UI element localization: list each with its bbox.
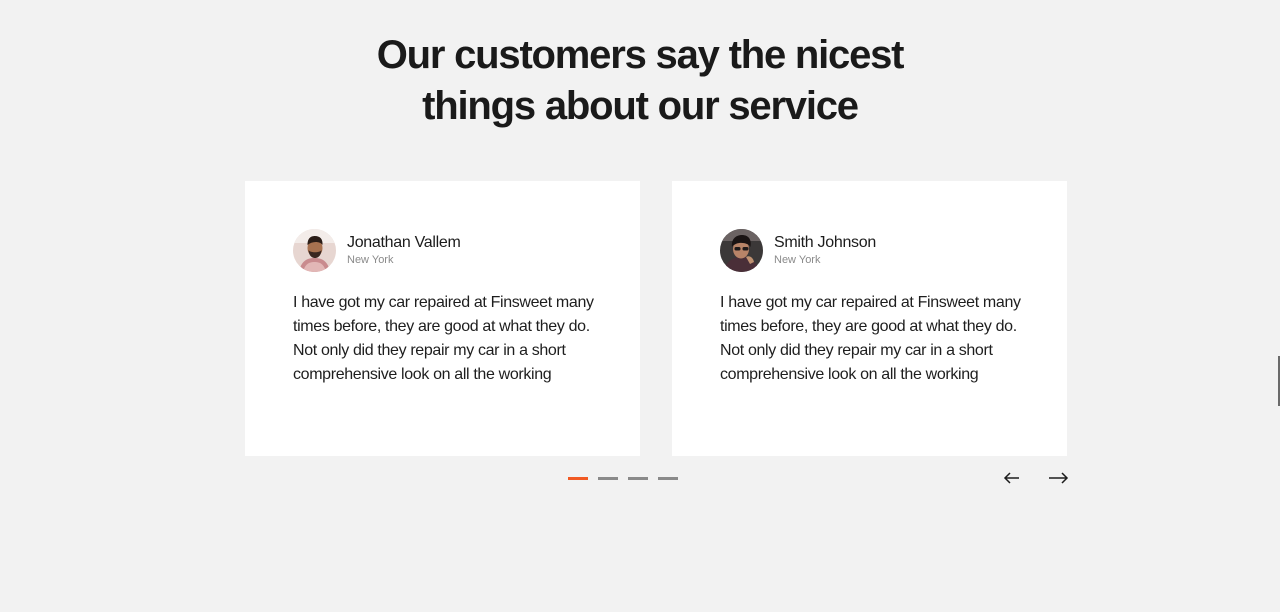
author-name: Smith Johnson [774,234,876,251]
arrow-right-icon [1049,472,1069,484]
carousel-pagination [568,477,678,480]
author-city: New York [774,254,821,266]
author-info: Smith Johnson New York [774,233,876,267]
pagination-dot-1[interactable] [568,477,588,480]
testimonial-quote: I have got my car repaired at Finsweet m… [720,294,1021,383]
pagination-dot-2[interactable] [598,477,618,480]
testimonial-card: Smith Johnson New York I have got my car… [672,181,1067,456]
pagination-dot-4[interactable] [658,477,678,480]
arrow-left-icon [1003,472,1019,484]
author-name: Jonathan Vallem [347,234,461,251]
testimonial-quote: I have got my car repaired at Finsweet m… [293,294,594,383]
testimonial-author: Smith Johnson New York [720,228,1027,272]
next-button[interactable] [1046,466,1070,490]
pagination-dot-3[interactable] [628,477,648,480]
testimonial-author: Jonathan Vallem New York [293,228,600,272]
testimonial-card: Jonathan Vallem New York I have got my c… [245,181,640,456]
testimonials-section: Our customers say the nicest things abou… [0,0,1280,612]
section-heading: Our customers say the nicest things abou… [0,30,1280,132]
avatar [720,228,763,272]
author-city: New York [347,254,394,266]
heading-line-2: things about our service [422,84,859,128]
heading-line-1: Our customers say the nicest [376,33,905,77]
author-info: Jonathan Vallem New York [347,233,461,267]
previous-button[interactable] [1000,466,1024,490]
avatar [293,228,336,272]
